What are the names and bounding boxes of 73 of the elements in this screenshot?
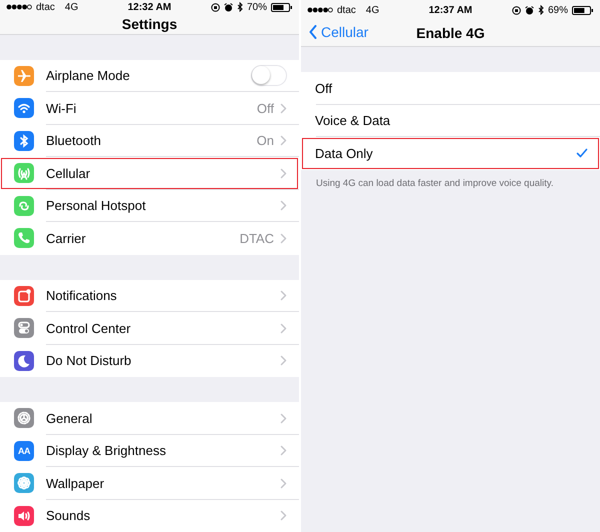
network-type: 4G (366, 4, 380, 16)
chevron-icon (280, 232, 287, 244)
bluetooth-icon (538, 5, 544, 15)
battery-icon (271, 2, 293, 12)
row-label: Carrier (46, 230, 87, 246)
row-label: Sounds (46, 508, 92, 524)
settings-row[interactable]: Wallpaper (0, 467, 299, 500)
chevron-icon (280, 168, 287, 179)
network-type: 4G (64, 2, 78, 13)
row-label: Data Only (315, 146, 374, 161)
row-label: Off (315, 80, 334, 96)
battery-icon (572, 6, 594, 14)
text-size-icon: AA (14, 440, 34, 461)
status-time: 12:37 AM (428, 4, 472, 16)
rotation-lock-icon (512, 6, 521, 14)
alarm-icon (524, 6, 534, 14)
settings-row[interactable]: General (0, 402, 299, 434)
settings-row[interactable]: Bluetooth On (0, 124, 299, 157)
row-value: Off (256, 100, 274, 116)
battery-percent: 69% (548, 4, 568, 16)
signal-icon (307, 7, 333, 13)
chevron-icon (280, 478, 287, 489)
row-label: Bluetooth (46, 133, 102, 148)
chevron-icon (280, 322, 287, 334)
row-label: Personal Hotspot (46, 198, 147, 214)
battery-percent: 70% (246, 2, 267, 13)
back-button[interactable]: Cellular (309, 24, 368, 40)
chevron-icon (280, 510, 287, 522)
screen-title: Enable 4G (416, 25, 485, 41)
settings-row[interactable]: Carrier DTAC (0, 222, 299, 254)
row-label: Airplane Mode (46, 68, 131, 84)
option-row[interactable]: Off (301, 72, 600, 104)
option-row[interactable]: Data Only (301, 137, 600, 170)
chevron-icon (280, 135, 287, 146)
settings-row[interactable]: Do Not Disturb (0, 344, 299, 377)
footer-note: Using 4G can load data faster and improve voice quality. (315, 176, 554, 190)
carrier-name: dtac (36, 2, 55, 13)
option-row[interactable]: Voice & Data (301, 104, 600, 137)
rotation-lock-icon (210, 2, 220, 12)
row-label: General (46, 410, 94, 426)
settings-row[interactable]: Airplane Mode (0, 60, 299, 92)
signal-icon (6, 4, 32, 10)
toggle-switch[interactable] (251, 65, 287, 86)
row-label: Wallpaper (46, 476, 106, 491)
chevron-icon (280, 290, 287, 302)
screen-title: Settings (122, 16, 178, 32)
row-label: Wi-Fi (46, 100, 78, 116)
row-value: DTAC (240, 230, 274, 246)
settings-row[interactable]: Control Center (0, 312, 299, 344)
settings-row[interactable]: AA Display & Brightness (0, 434, 299, 467)
checkmark-icon (576, 148, 588, 158)
settings-row[interactable]: Sounds (0, 500, 299, 532)
back-chevron-icon (309, 25, 317, 39)
settings-row[interactable]: Wi-Fi Off (0, 92, 299, 124)
settings-row[interactable]: Cellular (0, 157, 299, 190)
carrier-name: dtac (337, 4, 356, 16)
alarm-icon (224, 2, 233, 12)
chevron-icon (280, 355, 287, 366)
row-label: Cellular (46, 166, 92, 181)
settings-row[interactable]: Personal Hotspot (0, 190, 299, 222)
chevron-icon (280, 102, 287, 114)
row-label: Voice & Data (315, 113, 392, 128)
bluetooth-icon (236, 2, 243, 12)
row-label: Control Center (46, 320, 132, 336)
settings-row[interactable]: Notifications (0, 280, 299, 312)
row-value: On (256, 133, 274, 148)
status-time: 12:32 AM (128, 2, 172, 13)
chevron-icon (280, 445, 287, 456)
row-label: Do Not Disturb (46, 353, 132, 368)
row-label: Display & Brightness (46, 443, 167, 458)
chevron-icon (280, 412, 287, 424)
row-label: Notifications (46, 288, 118, 304)
chevron-icon (280, 200, 287, 212)
